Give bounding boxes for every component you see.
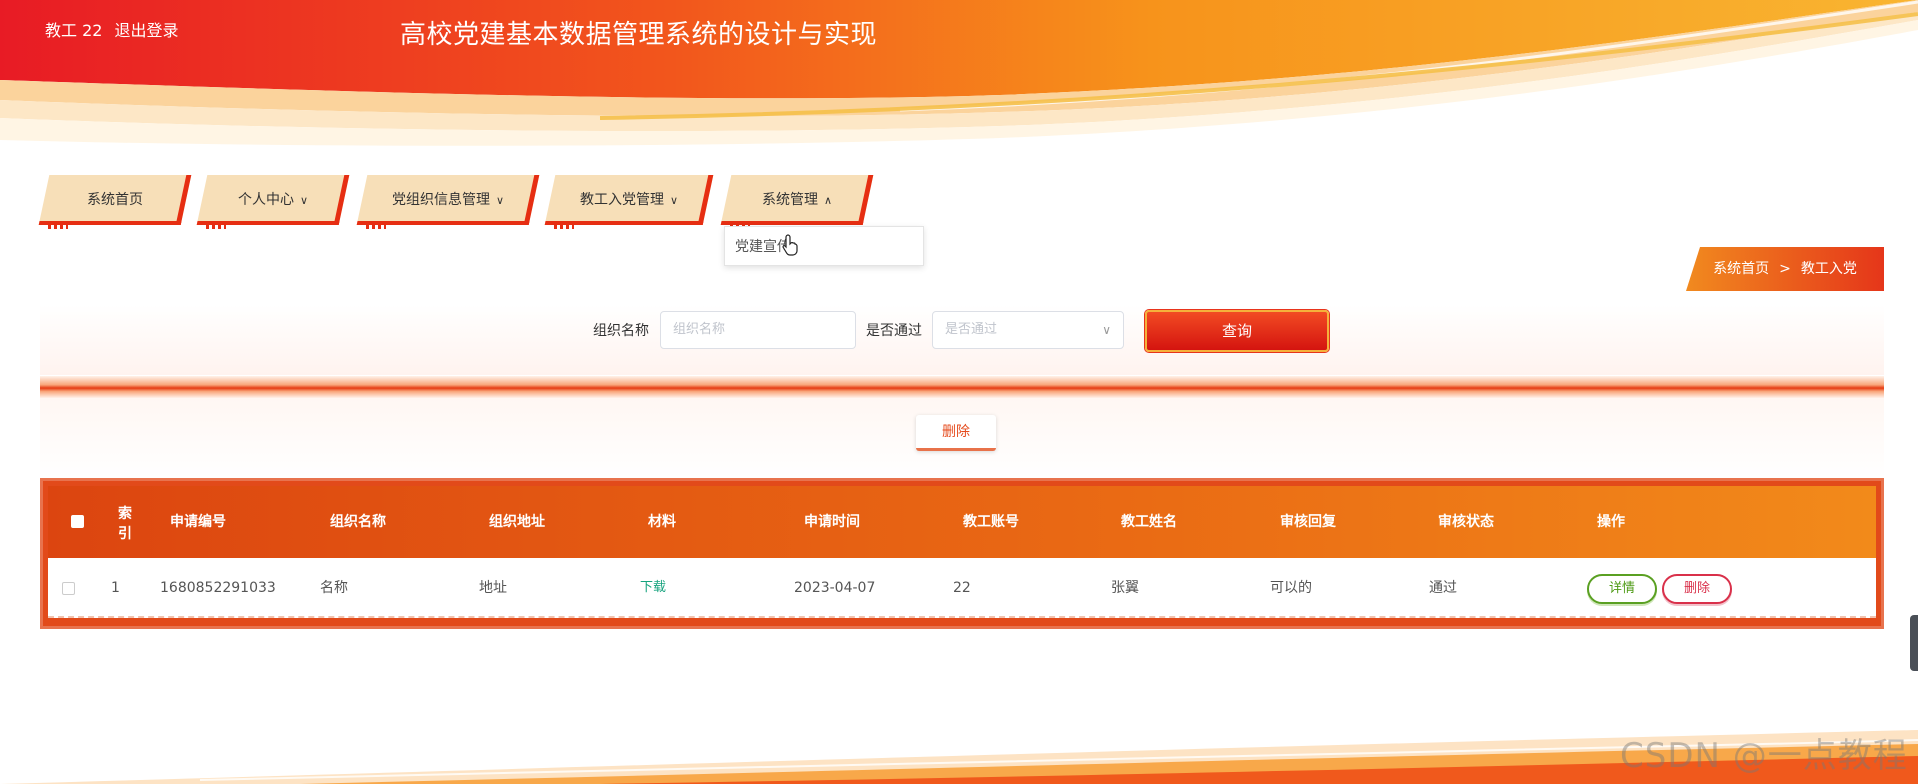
column-header-index: 索引: [118, 506, 132, 542]
cell-staff-name: 张翼: [1111, 580, 1139, 596]
hand-cursor-icon: [782, 234, 798, 256]
nav-tab-label: 党组织信息管理: [391, 192, 490, 208]
user-info: 教工 22 退出登录: [45, 17, 190, 41]
select-all-checkbox[interactable]: [71, 515, 84, 528]
breadcrumb: 系统首页 > 教工入党: [1686, 247, 1884, 291]
detail-button[interactable]: 详情: [1587, 574, 1657, 604]
nav-tab-staff-join[interactable]: 教工入党管理 ∨: [544, 175, 714, 229]
cell-review-reply: 可以的: [1270, 580, 1312, 596]
org-name-label: 组织名称: [593, 323, 649, 339]
batch-delete-button[interactable]: 删除: [916, 415, 996, 451]
nav-tab-system[interactable]: 系统管理 ∧: [720, 175, 874, 229]
system-dropdown-menu: 党建宣传: [724, 226, 924, 266]
column-header-review-status: 审核状态: [1438, 514, 1494, 530]
nav-tab-label: 系统管理: [761, 192, 818, 208]
column-header-review-reply: 审核回复: [1280, 514, 1336, 530]
breadcrumb-home[interactable]: 系统首页: [1713, 261, 1769, 277]
cell-staff-account: 22: [953, 580, 971, 596]
chevron-down-icon: ∨: [299, 194, 309, 207]
row-delete-button[interactable]: 删除: [1662, 574, 1732, 604]
cell-review-status: 通过: [1429, 580, 1457, 596]
nav-tab-label: 个人中心: [237, 192, 294, 208]
breadcrumb-current: 教工入党: [1800, 261, 1857, 277]
table-row: 1 1680852291033 名称 地址 下载 2023-04-07 22 张…: [48, 558, 1876, 618]
chevron-down-icon: ∨: [495, 194, 505, 207]
banner-background: [0, 0, 1918, 146]
cell-application-no: 1680852291033: [160, 580, 276, 596]
nav-tab-party-org[interactable]: 党组织信息管理 ∨: [356, 175, 540, 229]
table-header: 索引 申请编号 组织名称 组织地址 材料 申请时间 教工账号 教工姓名 审核回复…: [48, 486, 1876, 558]
column-header-staff-name: 教工姓名: [1121, 514, 1177, 530]
watermark-text: CSDN @一点教程: [1620, 736, 1908, 776]
nav-tab-home[interactable]: 系统首页: [38, 175, 192, 229]
row-checkbox[interactable]: [62, 582, 75, 595]
scroll-handle[interactable]: [1910, 615, 1918, 671]
cell-apply-time: 2023-04-07: [794, 580, 876, 596]
cell-org-address: 地址: [479, 580, 507, 596]
cell-org-name: 名称: [320, 580, 348, 596]
menu-item-party-publicity[interactable]: 党建宣传: [725, 227, 923, 267]
tab-stripe: [48, 225, 68, 229]
passed-select[interactable]: 是否通过 ∨: [932, 311, 1124, 349]
data-table: 索引 申请编号 组织名称 组织地址 材料 申请时间 教工账号 教工姓名 审核回复…: [40, 478, 1884, 629]
download-link[interactable]: 下载: [640, 558, 666, 618]
passed-label: 是否通过: [866, 323, 922, 339]
logout-link[interactable]: 退出登录: [114, 21, 178, 40]
header-banner: 教工 22 退出登录 高校党建基本数据管理系统的设计与实现: [0, 0, 1918, 150]
org-name-input[interactable]: 组织名称: [660, 311, 856, 349]
chevron-up-icon: ∧: [823, 194, 833, 207]
passed-select-placeholder: 是否通过: [945, 322, 998, 337]
column-header-material: 材料: [648, 514, 676, 530]
decorative-divider: [40, 376, 1884, 398]
column-header-org-address: 组织地址: [489, 514, 545, 530]
column-header-operations: 操作: [1597, 514, 1625, 530]
column-header-application-no: 申请编号: [170, 514, 226, 530]
breadcrumb-separator: >: [1779, 261, 1791, 277]
nav-tab-label: 系统首页: [87, 192, 143, 208]
system-title: 高校党建基本数据管理系统的设计与实现: [400, 20, 878, 50]
column-header-staff-account: 教工账号: [963, 514, 1019, 530]
column-header-apply-time: 申请时间: [804, 514, 860, 530]
nav-tab-label: 教工入党管理: [579, 192, 664, 208]
column-header-org-name: 组织名称: [330, 514, 386, 530]
username: 教工 22: [45, 21, 103, 40]
query-button[interactable]: 查询: [1145, 310, 1329, 352]
nav-tab-personal-center[interactable]: 个人中心 ∨: [196, 175, 350, 229]
chevron-down-icon: ∨: [1102, 323, 1111, 337]
chevron-down-icon: ∨: [669, 194, 679, 207]
cell-index: 1: [111, 580, 120, 596]
